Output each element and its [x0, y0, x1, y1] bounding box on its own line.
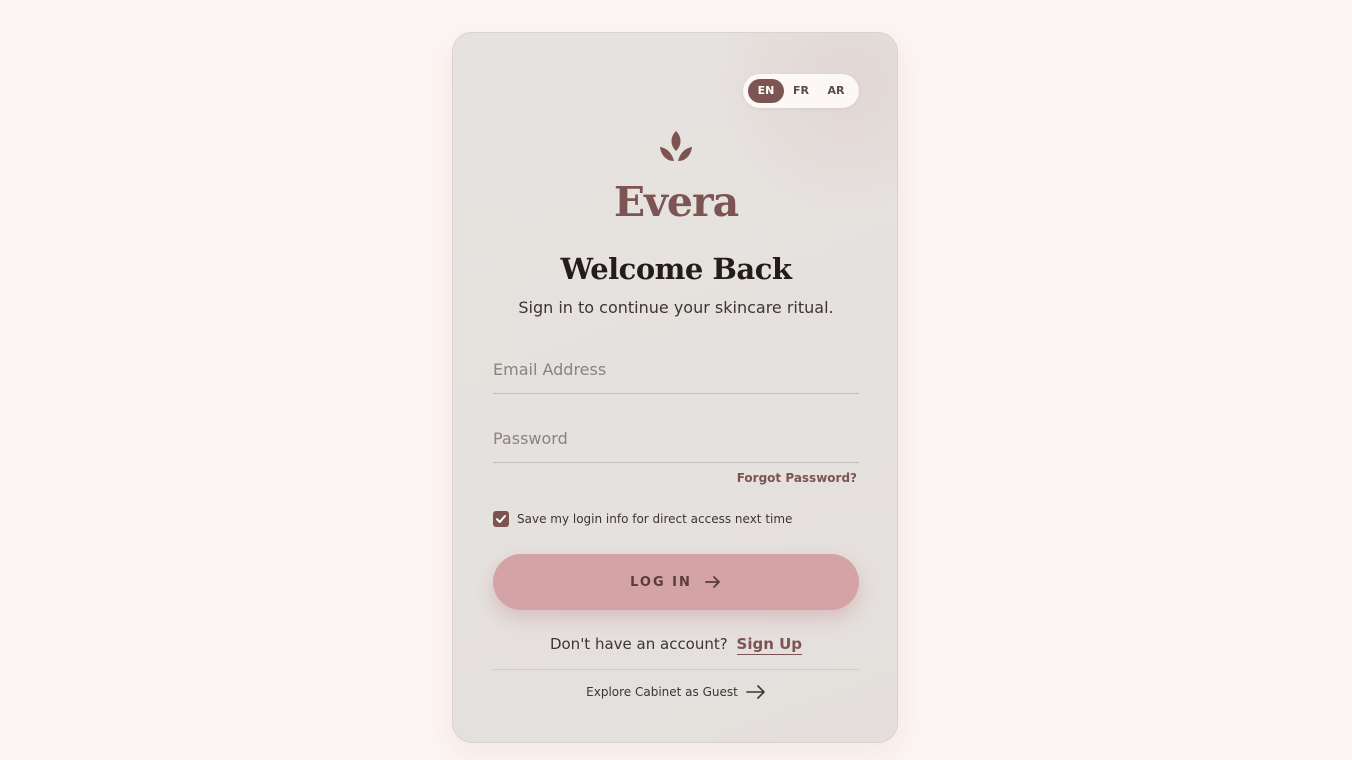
page-title: Welcome Back [560, 252, 792, 286]
divider [493, 669, 859, 670]
remember-me: Save my login info for direct access nex… [493, 510, 792, 528]
arrow-right-icon [746, 685, 765, 699]
signup-row: Don't have an account? Sign Up [453, 633, 897, 655]
password-field [493, 414, 859, 463]
brand-name: Evera [613, 178, 739, 226]
login-card: EN FR AR Evera Welcome Back Sign in to c… [452, 32, 898, 743]
forgot-password-link[interactable]: Forgot Password? [737, 469, 857, 487]
email-field [493, 345, 859, 394]
login-button[interactable]: LOG IN [493, 554, 859, 610]
remember-me-label: Save my login info for direct access nex… [517, 512, 793, 526]
explore-as-guest-link[interactable]: Explore Cabinet as Guest [453, 681, 897, 703]
arrow-right-icon [704, 576, 720, 588]
remember-me-checkbox[interactable] [493, 511, 509, 527]
email-input[interactable] [493, 345, 859, 393]
language-option-ar[interactable]: AR [818, 79, 854, 103]
password-input[interactable] [493, 414, 859, 462]
language-option-en[interactable]: EN [748, 79, 784, 103]
page-subtitle: Sign in to continue your skincare ritual… [518, 298, 834, 317]
sign-up-link[interactable]: Sign Up [736, 635, 803, 655]
language-switcher: EN FR AR [743, 74, 859, 108]
guest-label: Explore Cabinet as Guest [586, 685, 738, 699]
leaf-lotus-icon [660, 131, 692, 161]
login-button-label: LOG IN [630, 574, 692, 590]
signup-prompt: Don't have an account? [549, 635, 728, 653]
language-option-fr[interactable]: FR [784, 79, 818, 103]
checkmark-icon [496, 515, 506, 523]
